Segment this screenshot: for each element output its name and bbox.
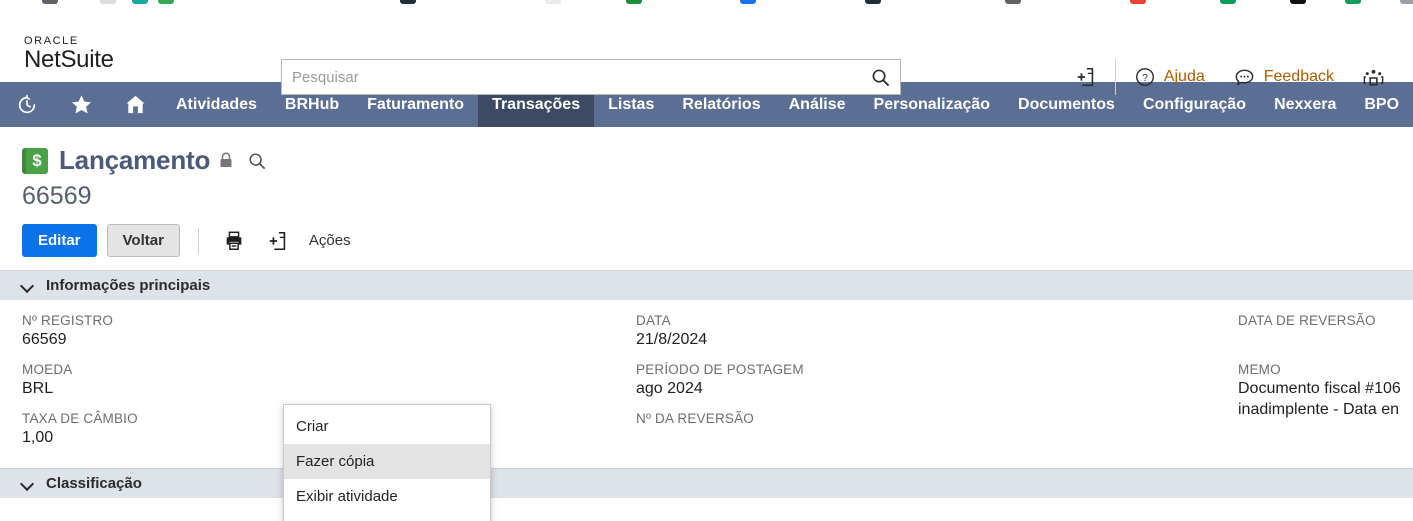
record-id: 66569	[22, 182, 92, 210]
header-divider	[1114, 59, 1116, 95]
light-site-icon[interactable]	[545, 0, 561, 4]
field-label: Nº REGISTRO	[22, 313, 114, 328]
page-title: Lançamento	[59, 145, 211, 175]
field-value	[636, 427, 1238, 448]
lock-icon	[220, 152, 232, 167]
dropdown-item-fazer-c-pia[interactable]: Fazer cópia	[284, 444, 490, 479]
field-grid: Nº REGISTRO 66569 MOEDA BRL TAXA DE CÂMBIO 1,…	[0, 300, 1413, 459]
field-n-registro: Nº REGISTRO 66569	[22, 312, 618, 350]
teal-hook2-icon[interactable]	[1345, 0, 1361, 4]
apps-grid-icon[interactable]	[42, 0, 58, 4]
new-document-icon[interactable]	[261, 226, 295, 256]
field-value: 21/8/2024	[636, 331, 708, 348]
field-label: PERÍODO DE POSTAGEM	[636, 362, 804, 377]
actions-menu-button[interactable]: Ações	[309, 232, 351, 249]
dropdown-item-criar[interactable]: Criar	[284, 409, 490, 444]
search-icon[interactable]	[860, 60, 900, 94]
back-button[interactable]: Voltar	[106, 224, 180, 257]
home-icon[interactable]	[108, 82, 162, 127]
page-title-row: $ Lançamento	[0, 127, 1413, 176]
dropdown-item-exibir-atividade[interactable]: Exibir atividade	[284, 479, 490, 514]
help-label: Ajuda	[1163, 68, 1205, 85]
chevron-down-icon	[22, 280, 34, 292]
toolbar-divider	[197, 227, 199, 254]
field-data-de-revers-o: DATA DE REVERSÃO	[1238, 312, 1413, 350]
field-label: Nº DA REVERSÃO	[636, 411, 755, 426]
field-value: BRL	[22, 380, 54, 397]
edit-button[interactable]: Editar	[22, 224, 97, 257]
gray-site-icon[interactable]	[1005, 0, 1021, 4]
thin-line-icon[interactable]	[1400, 0, 1413, 4]
blue-site-icon[interactable]	[740, 0, 756, 4]
field-column-3: DATA DE REVERSÃO MEMO Documento fiscal #10…	[1238, 312, 1413, 459]
section-header-main-info[interactable]: Informações principais	[0, 270, 1413, 300]
netsuite-header: ORACLE NetSuite ? Ajuda	[0, 25, 1413, 95]
teal-hook-icon[interactable]	[1220, 0, 1236, 4]
field-label: MEMO	[1238, 362, 1281, 377]
field-value: Documento fiscal #106 inadimplente - Dat…	[1238, 380, 1401, 418]
green-check-icon[interactable]	[626, 0, 642, 4]
netsuite-wordmark: NetSuite	[24, 46, 114, 73]
nav-item-atividades[interactable]: Atividades	[162, 82, 271, 127]
chat-bubble-icon	[1235, 69, 1254, 85]
field-value	[1238, 329, 1413, 350]
chevron-down-icon	[22, 478, 34, 490]
group-button[interactable]	[1348, 66, 1399, 89]
favorites-star-icon[interactable]	[54, 82, 108, 127]
field-memo: MEMO Documento fiscal #106 inadimplente -…	[1238, 361, 1413, 420]
field-label: DATA DE REVERSÃO	[1238, 313, 1376, 328]
field-moeda: MOEDA BRL	[22, 361, 618, 399]
field-n-da-revers-o: Nº DA REVERSÃO	[636, 410, 1238, 448]
new-record-button[interactable]	[1061, 66, 1111, 88]
help-button[interactable]: ? Ajuda	[1120, 66, 1219, 88]
nav-item-label: Análise	[788, 95, 846, 113]
nav-item-label: Relatórios	[682, 95, 761, 113]
navy-site-icon[interactable]	[865, 0, 881, 4]
nav-item-label: Listas	[608, 95, 655, 113]
nav-item-label: Transações	[492, 95, 581, 113]
feedback-label: Feedback	[1263, 68, 1334, 85]
field-data: DATA 21/8/2024	[636, 312, 1238, 350]
dropdown-item-impacto-no-raz-o[interactable]: Impacto no Razão	[284, 514, 490, 521]
nav-item-label: BRHub	[284, 95, 340, 113]
journal-entry-icon: $	[22, 147, 48, 174]
header-actions: ? Ajuda Feedback	[1061, 55, 1399, 99]
print-icon[interactable]	[217, 226, 251, 256]
red-circle-icon[interactable]	[1130, 0, 1146, 4]
nav-item-label: Personalização	[873, 95, 991, 113]
black-site-icon[interactable]	[1290, 0, 1306, 4]
field-value: 66569	[22, 331, 67, 348]
section-title-classification: Classificação	[46, 475, 142, 492]
recent-history-icon[interactable]	[0, 82, 54, 127]
global-search[interactable]	[281, 59, 901, 95]
field-label: DATA	[636, 313, 671, 328]
browser-bookmark-bar	[0, 0, 1413, 25]
section-title-main-info: Informações principais	[46, 277, 211, 294]
question-circle-icon: ?	[1135, 68, 1154, 86]
field-per-odo-de-postagem: PERÍODO DE POSTAGEM ago 2024	[636, 361, 1238, 399]
field-column-2: DATA 21/8/2024 PERÍODO DE POSTAGEM ago 2024…	[618, 312, 1238, 459]
search-input[interactable]	[282, 68, 860, 86]
nav-item-label: Faturamento	[367, 95, 465, 113]
bookmark-divider[interactable]	[100, 0, 116, 4]
section-header-classification[interactable]: Classificação	[0, 468, 1413, 498]
field-value: ago 2024	[636, 380, 703, 397]
people-group-icon	[1363, 69, 1384, 85]
nav-item-label: Atividades	[176, 95, 257, 113]
teal-site-icon[interactable]	[132, 0, 148, 4]
actions-dropdown-menu[interactable]: CriarFazer cópiaExibir atividadeImpacto …	[283, 404, 491, 521]
green-site-icon[interactable]	[158, 0, 174, 4]
netsuite-logo[interactable]: ORACLE NetSuite	[14, 35, 264, 72]
record-page: $ Lançamento 66569 Editar Voltar Ações I…	[0, 127, 1413, 521]
field-label: MOEDA	[22, 362, 73, 377]
feedback-button[interactable]: Feedback	[1219, 66, 1348, 89]
svg-text:?: ?	[1142, 73, 1148, 84]
record-toolbar: Editar Voltar Ações	[0, 211, 1413, 257]
record-search-icon[interactable]	[248, 152, 266, 170]
dark-site-icon[interactable]	[400, 0, 416, 4]
